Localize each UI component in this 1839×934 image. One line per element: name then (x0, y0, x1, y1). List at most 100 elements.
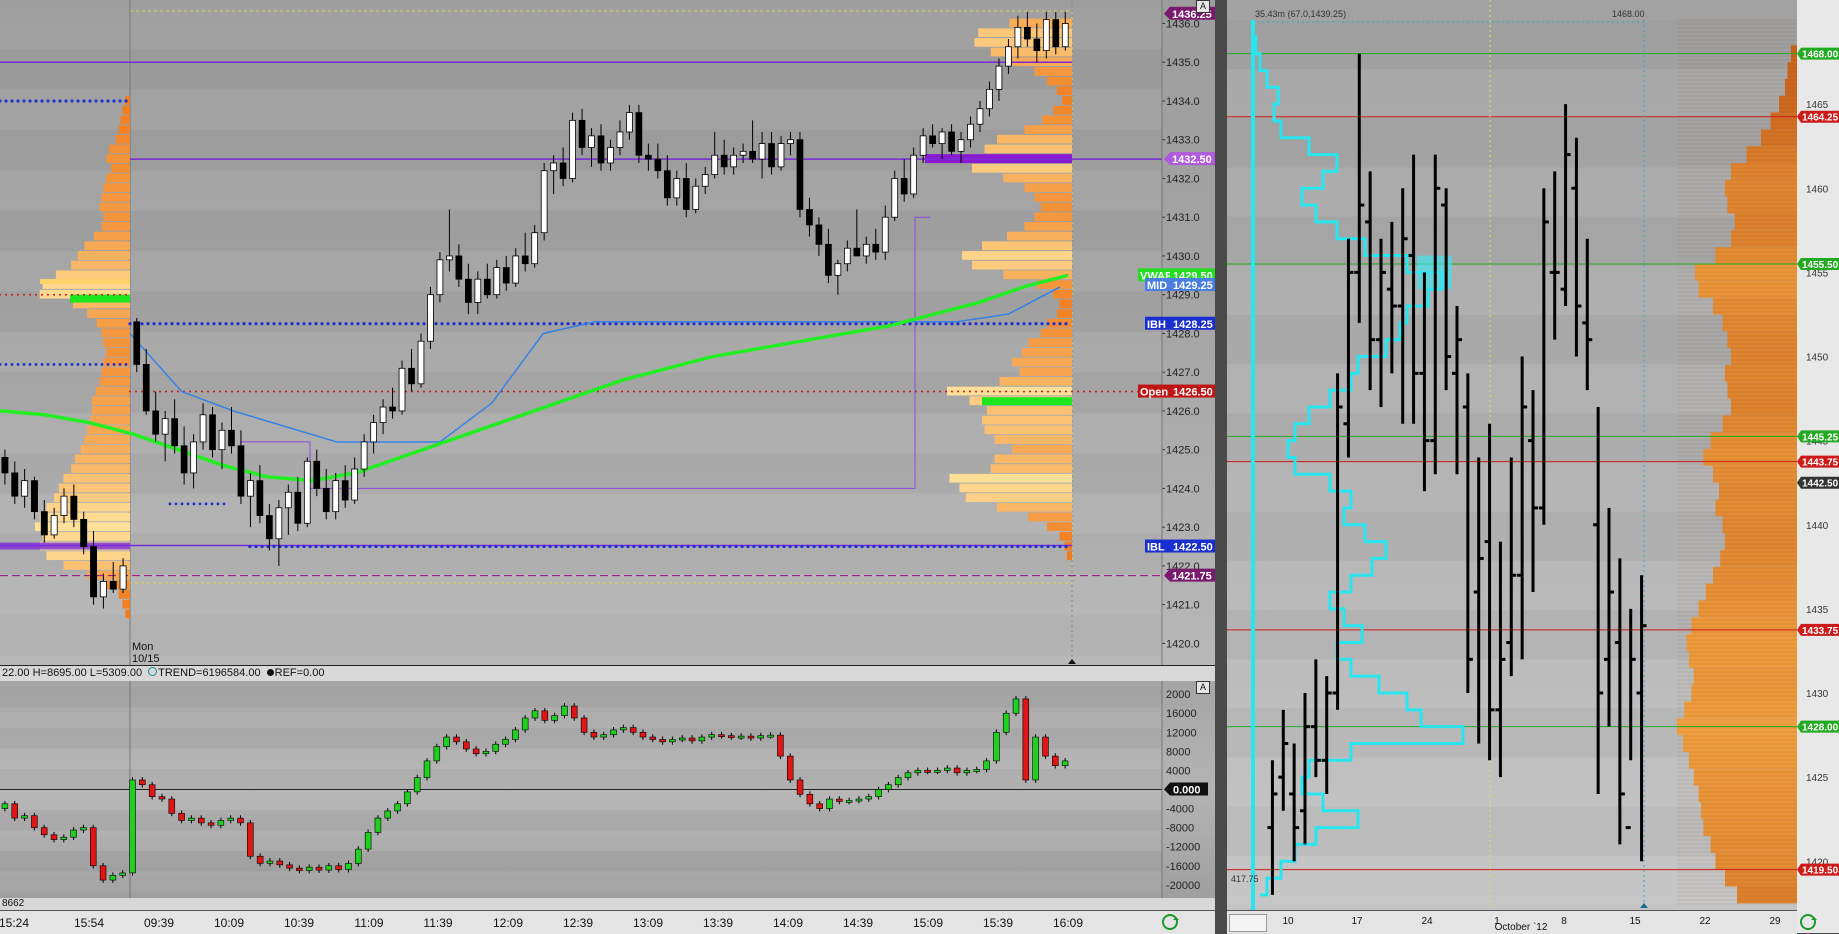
price-tick-label: 1431.0 (1166, 212, 1200, 224)
osc-candle (90, 827, 97, 867)
ibh-dots (1028, 322, 1032, 326)
prior-open-dots (53, 293, 55, 296)
early-ibl-dots (186, 502, 190, 506)
open-dots (1053, 390, 1055, 393)
session-profile-bar (1028, 512, 1072, 522)
ibh-prior-dots (94, 99, 98, 103)
ibh-dots (326, 322, 330, 326)
open-dots (201, 390, 203, 393)
open-dots (957, 390, 959, 393)
scroll-marker-icon (1068, 659, 1076, 664)
osc-band (0, 769, 1162, 790)
session-candle (161, 418, 169, 435)
ibl-dots (488, 544, 492, 549)
osc-zero-marker: 0.000 (1164, 782, 1208, 797)
daily-price-axis[interactable]: 1465146014551450144514401435143014251420… (1797, 0, 1839, 933)
session-candle (626, 112, 633, 133)
ibh-dots (1040, 322, 1044, 326)
session-candle (512, 255, 520, 284)
time-axis[interactable]: 15:24 15:54 09:39 10:09 10:39 11:09 11:39 12:09… (0, 910, 1215, 934)
ibh-dots (482, 322, 486, 326)
ibl-dots (704, 544, 708, 549)
osc-tick-label: 2000 (1166, 689, 1190, 701)
daily-profile-bar (1683, 735, 1797, 752)
open-dots (285, 390, 287, 393)
ibl-dots (248, 544, 252, 549)
ibh-dots (632, 322, 636, 326)
daily-profile-bar (1722, 516, 1797, 534)
prior-profile-bar (46, 551, 130, 561)
session-candle (294, 491, 302, 524)
prior-profile-bar (120, 115, 130, 125)
osc-candle (894, 777, 902, 786)
ibh-dots (722, 322, 726, 326)
open-dots (435, 390, 437, 393)
open-dots (489, 390, 491, 393)
ibh-dots (980, 322, 984, 326)
open-dots (927, 390, 929, 393)
session-candle (341, 480, 349, 501)
time-tick-label: 10:09 (213, 916, 245, 930)
open-dots (423, 390, 425, 393)
ibl-dots (974, 544, 978, 549)
osc-candle (374, 817, 382, 833)
daily-profile-bar (1785, 78, 1797, 96)
ibl-dots (566, 544, 570, 549)
osc-candle (786, 755, 794, 781)
ibl-dots (584, 544, 588, 549)
daily-time-axis[interactable]: 10 17 24 1 8 15 22 29 October `12 (1227, 910, 1797, 934)
ibl-dots (608, 544, 612, 549)
ibh-dots (1004, 322, 1008, 326)
daily-profile-bar (1693, 768, 1797, 786)
prior-profile-bar (92, 396, 130, 406)
prior-profile-bar (84, 241, 130, 251)
prior-open-dots (89, 293, 91, 296)
prior-candle (80, 519, 88, 547)
daily-chart[interactable]: 35.43m (67.0,1439.25) 1468.00 417.75 (1227, 0, 1797, 910)
ibl-dots (692, 544, 696, 549)
ibl-dots (308, 544, 312, 549)
refresh-icon-right[interactable] (1800, 914, 1817, 930)
ibl-dots (710, 544, 714, 549)
price-marker: Open 1426.50 (1138, 384, 1215, 399)
ibl-dots (878, 544, 882, 549)
pane-splitter[interactable] (1215, 0, 1227, 933)
ibl-dots (512, 544, 516, 549)
osc-candle (649, 736, 657, 740)
session-candle (711, 154, 719, 175)
ibl-dots (524, 544, 528, 549)
daily-tick-label: 1460 (1806, 184, 1829, 195)
prior-open-dots (59, 293, 61, 296)
price-chart-svg[interactable]: 1420.01421.01422.01423.01424.01425.01426… (0, 0, 1215, 665)
osc-candle (620, 727, 627, 731)
session-candle (417, 340, 425, 385)
open-dots (933, 390, 935, 393)
prior-blue-dots (34, 363, 38, 366)
session-candle (465, 278, 472, 303)
price-tick-label: 1434.0 (1166, 96, 1200, 108)
daily-profile-bar (1715, 852, 1797, 870)
price-panel-corner-button[interactable]: A (1196, 0, 1210, 13)
osc-candle (865, 796, 873, 800)
osc-candle (777, 734, 784, 757)
open-dots (1011, 390, 1013, 393)
ibl-dots (362, 544, 366, 549)
open-dots (687, 390, 689, 393)
refresh-icon-left[interactable] (1162, 914, 1179, 930)
price-marker: MID 1429.25 (1145, 278, 1215, 292)
prior-open-dots (71, 293, 73, 296)
session-candle (929, 135, 936, 144)
oscillator-panel-corner-button[interactable]: A (1196, 681, 1210, 694)
ibh-dots (1052, 322, 1056, 326)
daily-time-scroll-box[interactable] (1229, 914, 1267, 932)
oscillator-footer: 8662 (0, 898, 1215, 910)
price-chart[interactable]: 1420.0 1421.0 1422.0 1423.0 1424.0 1425.0 1426… (0, 0, 1215, 665)
session-candle (919, 135, 927, 156)
oscillator-chart-svg[interactable]: 2000 16000 12000 8000 4000 -4000 -8000 -12000 -1… (0, 681, 1215, 898)
daily-chart-svg[interactable]: 35.43m (67.0,1439.25) 1468.00 417.75 (1227, 0, 1797, 910)
ibh-dots (734, 322, 738, 326)
ibl-dots (1034, 544, 1038, 549)
session-candle (228, 429, 235, 447)
oscillator-chart[interactable]: 2000 16000 12000 8000 4000 -4000 -8000 -12000 -1… (0, 681, 1215, 898)
prior-open-dots (83, 293, 85, 296)
